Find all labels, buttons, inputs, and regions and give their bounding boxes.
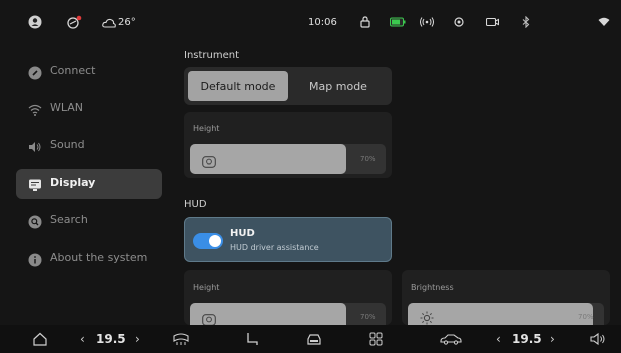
fan-icon[interactable] — [172, 331, 190, 347]
hud-toggle-switch[interactable] — [193, 233, 223, 249]
bluetooth-icon — [522, 14, 530, 30]
lock-icon — [360, 14, 370, 30]
sidebar-item-wlan[interactable]: WLAN — [16, 94, 162, 124]
sidebar-item-label: About the system — [50, 251, 148, 264]
hud-brightness-slider-fill — [408, 303, 593, 325]
chevron-right-icon: › — [550, 332, 555, 346]
hud-toggle-subtitle: HUD driver assistance — [230, 243, 319, 252]
car-side-icon[interactable] — [440, 331, 462, 347]
sidebar-item-search[interactable]: Search — [16, 206, 162, 236]
sidebar-item-display[interactable]: Display — [16, 169, 162, 199]
home-icon[interactable] — [33, 331, 47, 347]
left-temp-decrease-button[interactable]: ‹ — [80, 331, 85, 347]
hud-brightness-label: Brightness — [411, 283, 454, 292]
apps-grid-icon[interactable] — [369, 331, 383, 347]
info-icon — [28, 252, 42, 267]
hud-height-card: Height 70% — [184, 270, 392, 326]
speaker-icon — [28, 139, 42, 153]
sidebar-item-label: Search — [50, 213, 88, 226]
toggle-knob — [209, 235, 221, 247]
sidebar-item-label: Sound — [50, 138, 85, 151]
instrument-height-icon — [202, 153, 216, 172]
instrument-mode-selector: Default mode Map mode — [184, 67, 392, 105]
volume-icon[interactable] — [590, 331, 606, 347]
time-label: 10:06 — [308, 16, 337, 28]
instrument-height-card: Height 70% — [184, 112, 392, 178]
instrument-height-value: 70% — [360, 155, 376, 163]
status-bar: 26° 10:06 — [0, 0, 621, 44]
sidebar-item-label: Connect — [50, 64, 96, 77]
right-temp-increase-button[interactable]: › — [550, 331, 555, 347]
search-icon — [28, 214, 42, 229]
right-temperature-value: 19.5 — [512, 332, 542, 346]
chevron-left-icon: ‹ — [496, 332, 501, 346]
bottom-dock: ‹ 19.5 › ‹ 19.5 › — [0, 325, 621, 353]
instrument-height-label: Height — [193, 124, 220, 133]
hud-section-title: HUD — [184, 199, 207, 210]
car-alert-icon[interactable] — [66, 14, 82, 30]
location-icon — [453, 14, 465, 30]
display-icon — [28, 177, 42, 191]
sidebar-item-label: WLAN — [50, 101, 84, 114]
outside-temperature: 26° — [102, 14, 136, 30]
hud-brightness-card: Brightness 70% — [402, 270, 610, 325]
hud-height-slider[interactable]: 70% — [190, 303, 386, 326]
instrument-section-title: Instrument — [184, 50, 240, 61]
instrument-height-slider[interactable]: 70% — [190, 144, 386, 174]
battery-icon — [390, 14, 406, 30]
left-temp-increase-button[interactable]: › — [135, 331, 140, 347]
left-temperature: 19.5 — [96, 331, 126, 347]
hud-brightness-value: 70% — [578, 313, 594, 321]
right-temp-decrease-button[interactable]: ‹ — [496, 331, 501, 347]
wifi-icon — [28, 102, 42, 116]
hud-brightness-slider[interactable]: 70% — [408, 303, 604, 325]
cloud-icon — [102, 13, 116, 32]
user-avatar-icon[interactable] — [28, 14, 42, 30]
sidebar-item-connect[interactable]: Connect — [16, 57, 162, 87]
hud-toggle-card[interactable]: HUD HUD driver assistance — [184, 217, 392, 262]
car-front-icon[interactable] — [306, 331, 322, 347]
hud-height-value: 70% — [360, 313, 376, 321]
chevron-left-icon: ‹ — [80, 332, 85, 346]
sidebar-item-sound[interactable]: Sound — [16, 131, 162, 161]
chevron-right-icon: › — [135, 332, 140, 346]
broadcast-icon — [420, 14, 434, 30]
sidebar-item-about-the-system[interactable]: About the system — [16, 244, 162, 274]
camera-icon — [486, 14, 499, 30]
link-icon — [28, 65, 42, 80]
hud-height-label: Height — [193, 283, 220, 292]
outside-temp-label: 26° — [118, 16, 136, 28]
default-mode-button[interactable]: Default mode — [188, 71, 288, 101]
left-temperature-value: 19.5 — [96, 332, 126, 346]
clock: 10:06 — [308, 14, 337, 30]
sidebar-item-label: Display — [50, 176, 96, 189]
hud-toggle-title: HUD — [230, 228, 255, 239]
seat-icon[interactable] — [245, 331, 259, 347]
map-mode-button[interactable]: Map mode — [288, 71, 388, 101]
wifi-icon — [598, 14, 610, 30]
right-temperature: 19.5 — [512, 331, 542, 347]
